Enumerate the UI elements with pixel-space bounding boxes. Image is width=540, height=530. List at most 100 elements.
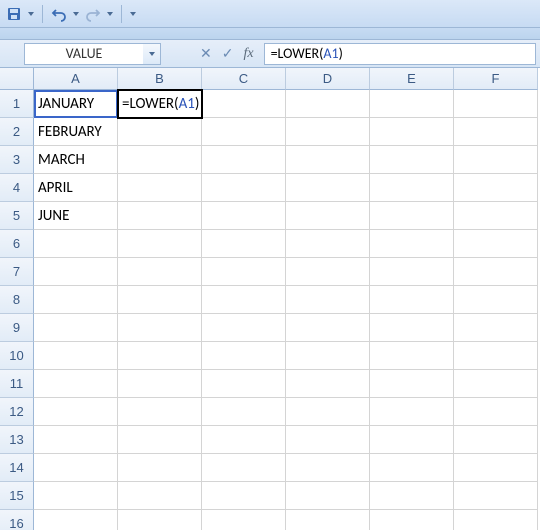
cell[interactable] [454, 314, 538, 342]
undo-icon[interactable] [51, 6, 67, 22]
cell-C5[interactable] [202, 202, 286, 230]
cell-E4[interactable] [370, 174, 454, 202]
redo-dropdown-icon[interactable] [107, 12, 113, 16]
cell[interactable] [370, 426, 454, 454]
save-icon[interactable] [6, 6, 22, 22]
cell[interactable] [370, 510, 454, 530]
cell-F1[interactable] [454, 90, 538, 118]
cell[interactable] [370, 454, 454, 482]
cell[interactable] [286, 426, 370, 454]
row-header[interactable]: 3 [0, 146, 34, 174]
cell[interactable] [34, 510, 118, 530]
row-header[interactable]: 11 [0, 370, 34, 398]
cell[interactable] [370, 370, 454, 398]
row-header[interactable]: 12 [0, 398, 34, 426]
cell[interactable] [34, 258, 118, 286]
cell-A5[interactable]: JUNE [34, 202, 118, 230]
cell[interactable] [202, 398, 286, 426]
cell[interactable] [454, 230, 538, 258]
cell-B5[interactable] [118, 202, 202, 230]
cell[interactable] [454, 258, 538, 286]
cell[interactable] [202, 286, 286, 314]
cell-D3[interactable] [286, 146, 370, 174]
formula-input[interactable]: =LOWER(A1) [264, 43, 536, 65]
cell[interactable] [286, 370, 370, 398]
cell[interactable] [454, 286, 538, 314]
cell[interactable] [370, 230, 454, 258]
cell[interactable] [34, 454, 118, 482]
cell-E1[interactable] [370, 90, 454, 118]
cell[interactable] [118, 258, 202, 286]
cell[interactable] [34, 370, 118, 398]
cell[interactable] [202, 482, 286, 510]
cell[interactable] [370, 342, 454, 370]
select-all-corner[interactable] [0, 68, 34, 90]
cell[interactable] [286, 230, 370, 258]
cell[interactable] [118, 510, 202, 530]
cell[interactable] [454, 370, 538, 398]
cell[interactable] [202, 314, 286, 342]
cell[interactable] [454, 510, 538, 530]
cell[interactable] [118, 482, 202, 510]
cell-B3[interactable] [118, 146, 202, 174]
cell-D2[interactable] [286, 118, 370, 146]
cell-D4[interactable] [286, 174, 370, 202]
cell[interactable] [34, 426, 118, 454]
row-header[interactable]: 13 [0, 426, 34, 454]
cell[interactable] [286, 510, 370, 530]
cell[interactable] [370, 482, 454, 510]
cell[interactable] [286, 398, 370, 426]
cell-C4[interactable] [202, 174, 286, 202]
cell-A3[interactable]: MARCH [34, 146, 118, 174]
cell[interactable] [34, 342, 118, 370]
cell[interactable] [370, 286, 454, 314]
cell[interactable] [34, 230, 118, 258]
name-box[interactable]: VALUE [24, 43, 144, 65]
cell-F5[interactable] [454, 202, 538, 230]
column-header[interactable]: E [370, 68, 454, 90]
row-header[interactable]: 15 [0, 482, 34, 510]
cell[interactable] [286, 482, 370, 510]
cell[interactable] [370, 258, 454, 286]
cell-E3[interactable] [370, 146, 454, 174]
cell[interactable] [34, 286, 118, 314]
cell-D5[interactable] [286, 202, 370, 230]
cell-A2[interactable]: FEBRUARY [34, 118, 118, 146]
row-header[interactable]: 6 [0, 230, 34, 258]
cell[interactable] [286, 258, 370, 286]
cell-E2[interactable] [370, 118, 454, 146]
cell[interactable] [454, 398, 538, 426]
cell-F2[interactable] [454, 118, 538, 146]
row-header[interactable]: 8 [0, 286, 34, 314]
cell[interactable] [202, 342, 286, 370]
cell[interactable] [202, 370, 286, 398]
cell[interactable] [118, 342, 202, 370]
cell[interactable] [118, 230, 202, 258]
cell[interactable] [34, 314, 118, 342]
row-header[interactable]: 7 [0, 258, 34, 286]
cell-D1[interactable] [286, 90, 370, 118]
cell[interactable] [454, 342, 538, 370]
cell[interactable] [34, 398, 118, 426]
fx-icon[interactable]: fx [243, 46, 253, 62]
row-header[interactable]: 10 [0, 342, 34, 370]
cell[interactable] [454, 454, 538, 482]
cell-B4[interactable] [118, 174, 202, 202]
cell[interactable] [202, 454, 286, 482]
cell-B2[interactable] [118, 118, 202, 146]
row-header[interactable]: 1 [0, 90, 34, 118]
cell[interactable] [370, 398, 454, 426]
cell[interactable] [454, 426, 538, 454]
row-header[interactable]: 14 [0, 454, 34, 482]
cell[interactable] [118, 314, 202, 342]
cell[interactable] [118, 286, 202, 314]
row-header[interactable]: 16 [0, 510, 34, 530]
cell-F4[interactable] [454, 174, 538, 202]
qat-customize-icon[interactable] [130, 12, 136, 16]
cell[interactable] [454, 482, 538, 510]
cell-C1[interactable] [202, 90, 286, 118]
spreadsheet-grid[interactable]: A B C D E F 1 2 3 4 5 6 7 8 9 10 11 12 1… [0, 68, 540, 530]
column-header[interactable]: F [454, 68, 538, 90]
column-header[interactable]: A [34, 68, 118, 90]
cell[interactable] [118, 370, 202, 398]
